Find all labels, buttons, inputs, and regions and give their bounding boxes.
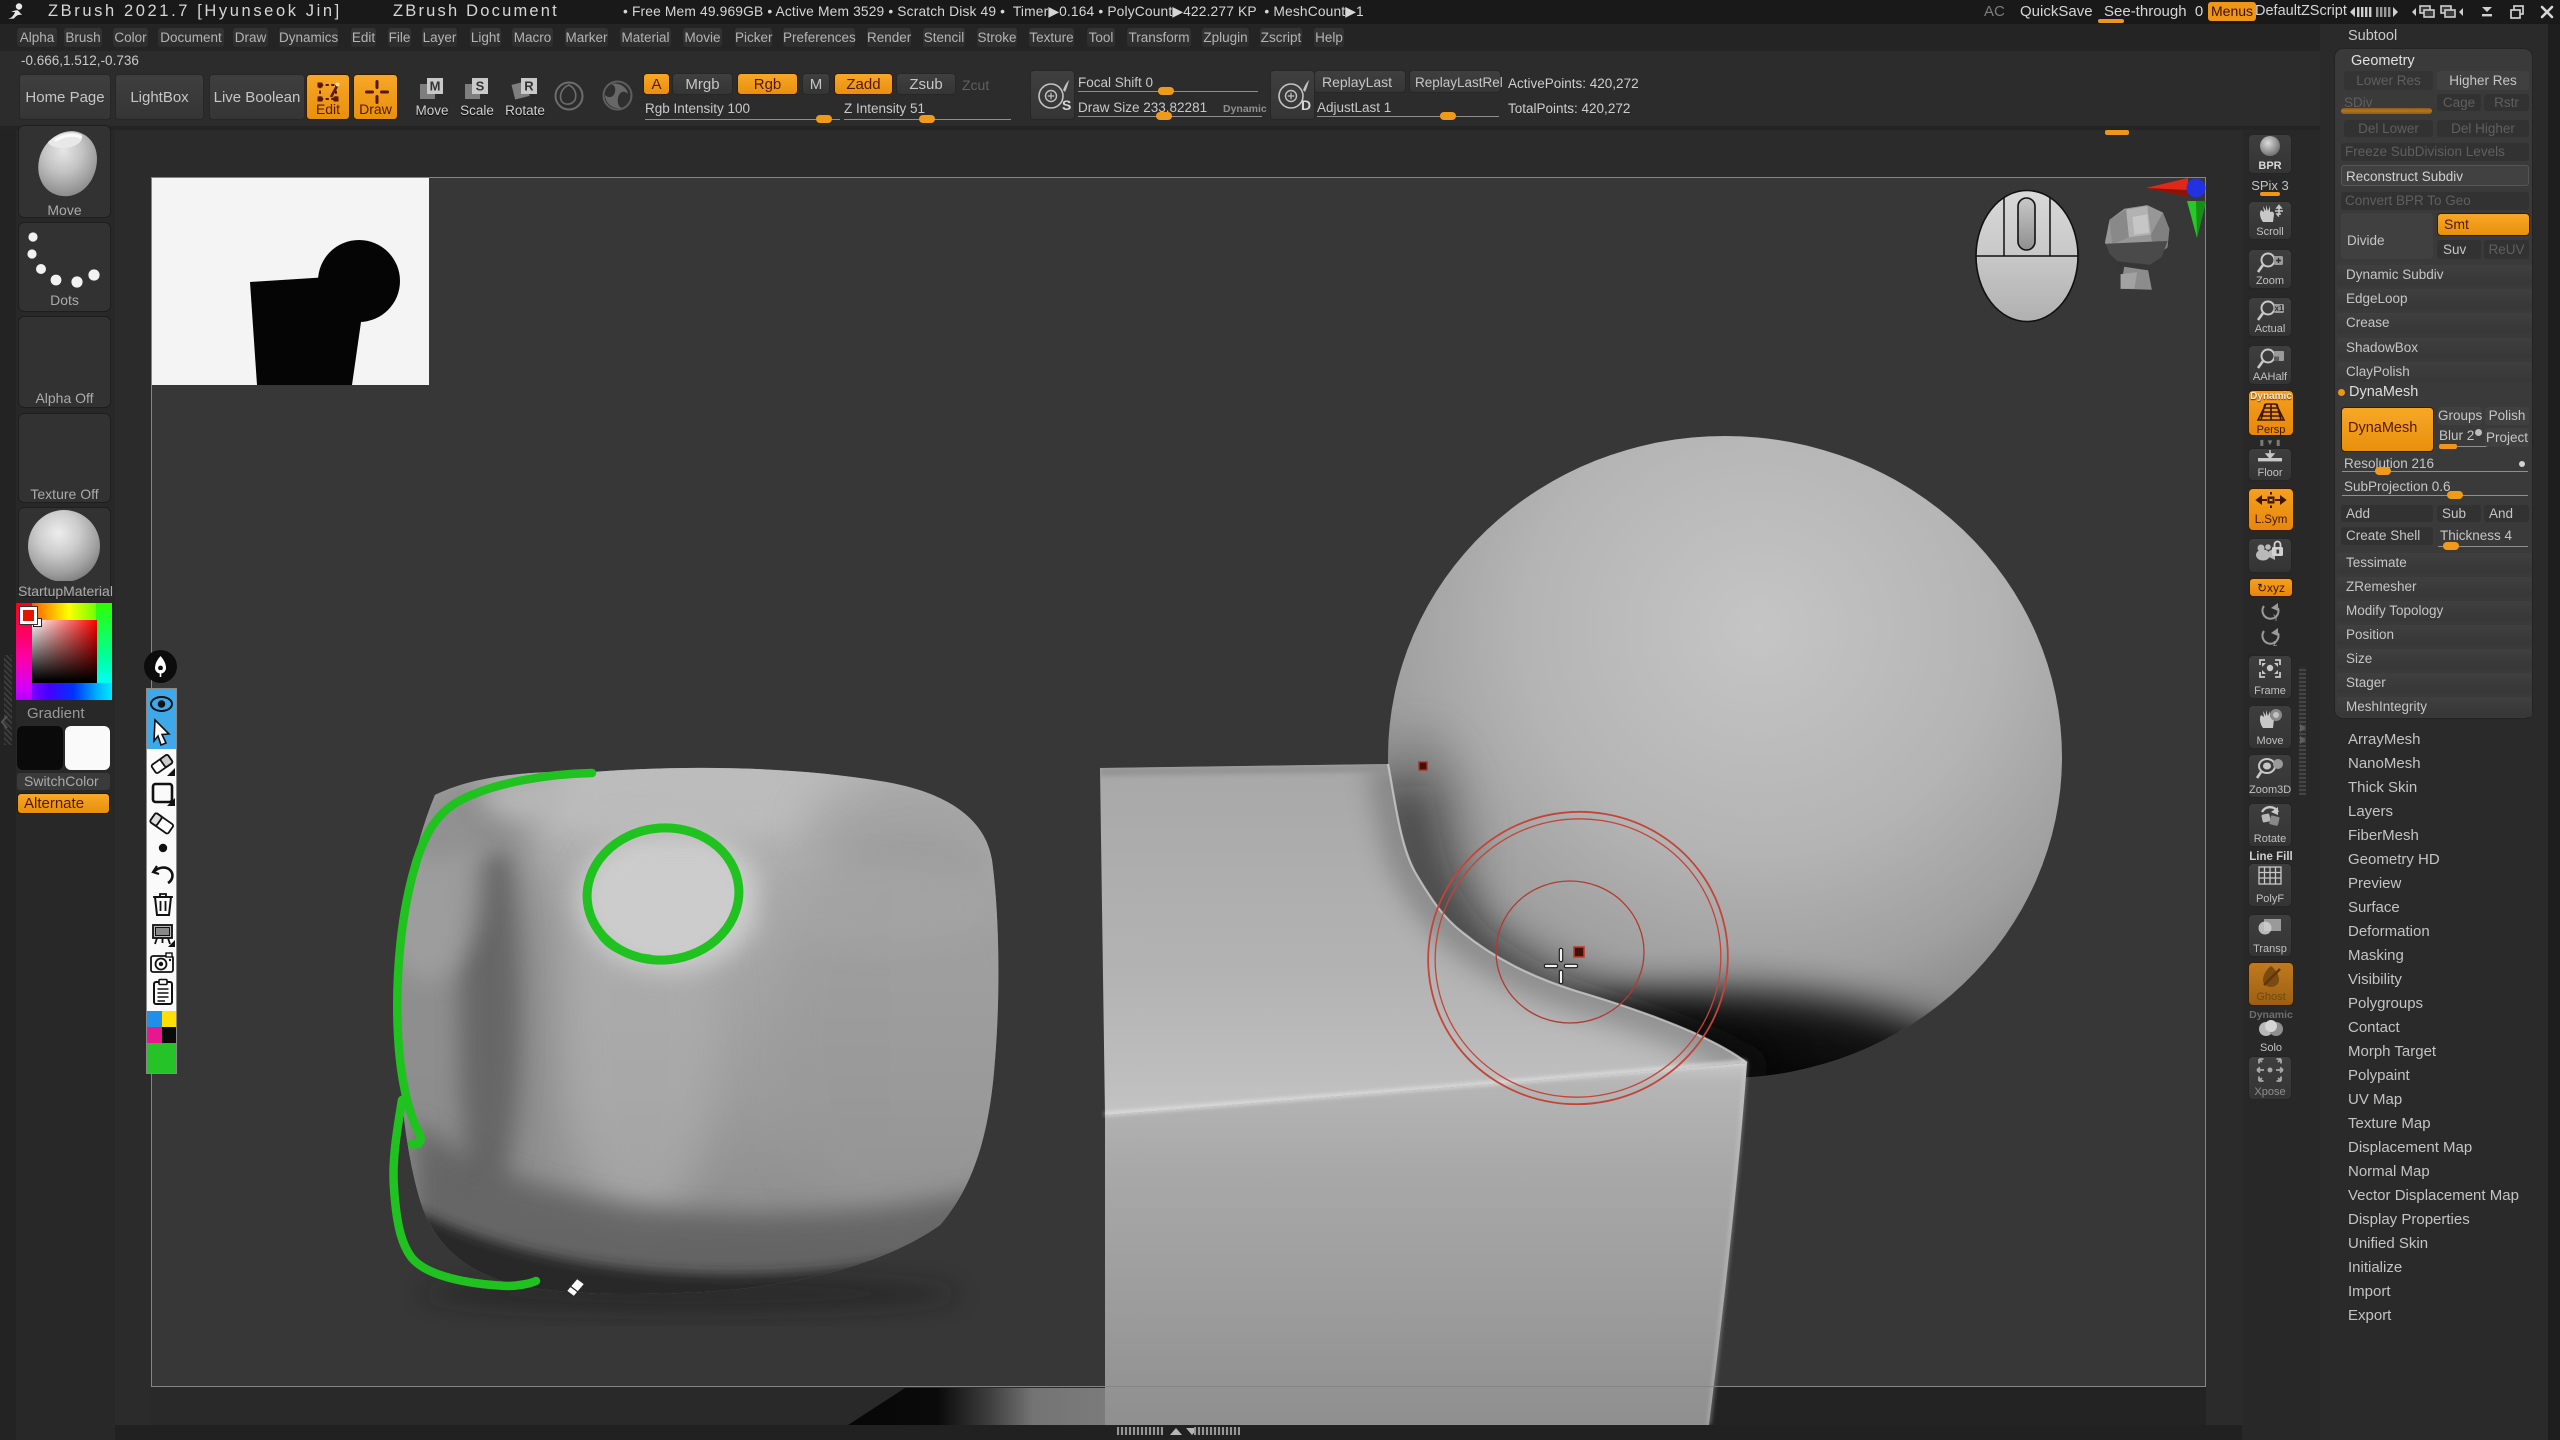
svg-text:Y: Y: [2273, 613, 2279, 623]
svg-text:x1: x1: [2275, 304, 2284, 313]
svg-text:z: z: [2273, 638, 2278, 648]
svg-text:D: D: [1301, 97, 1311, 113]
svg-text:R: R: [524, 79, 534, 94]
svg-text:S: S: [476, 79, 485, 94]
svg-text:M: M: [430, 79, 441, 94]
svg-text:S: S: [1062, 97, 1071, 113]
